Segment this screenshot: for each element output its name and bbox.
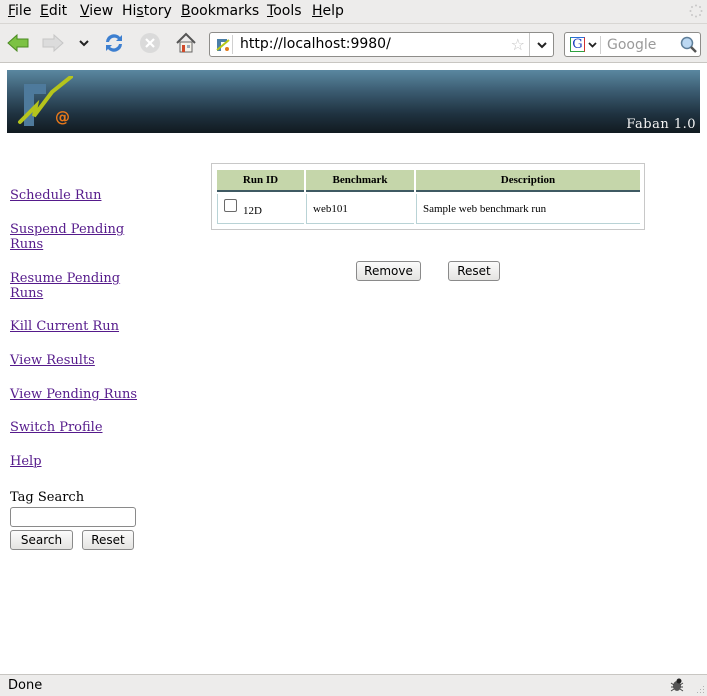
sidebar-link-resume-pending-runs[interactable]: Resume Pending Runs bbox=[10, 271, 120, 301]
forward-button[interactable] bbox=[40, 30, 66, 56]
pending-runs-table: Run ID Benchmark Description 12D web101 … bbox=[211, 163, 645, 230]
sidebar-link-schedule-run[interactable]: Schedule Run bbox=[10, 188, 101, 203]
link-line[interactable]: Suspend Pending bbox=[10, 222, 124, 237]
table-cell-run-id: 12D bbox=[217, 194, 304, 224]
back-button[interactable] bbox=[5, 30, 31, 56]
menu-file[interactable]: File bbox=[8, 3, 31, 19]
app-header-banner: @ Faban 1.0 bbox=[7, 70, 700, 133]
chevron-down-icon bbox=[79, 40, 89, 47]
run-id: 12D bbox=[243, 204, 262, 217]
stop-icon bbox=[140, 33, 160, 53]
chevron-down-icon bbox=[588, 42, 597, 48]
tag-search-label: Tag Search bbox=[10, 490, 85, 505]
sidebar-link-kill-current-run[interactable]: Kill Current Run bbox=[10, 319, 119, 334]
site-favicon bbox=[213, 35, 233, 54]
bookmark-star-icon[interactable]: ☆ bbox=[511, 35, 525, 54]
column-header-benchmark: Benchmark bbox=[306, 170, 414, 192]
link-line[interactable]: Resume Pending bbox=[10, 271, 120, 286]
reload-icon bbox=[106, 34, 122, 52]
run-select-checkbox[interactable] bbox=[224, 199, 237, 212]
table-cell-description: Sample web benchmark run bbox=[416, 194, 640, 224]
link-line[interactable]: Runs bbox=[10, 286, 43, 301]
firebug-icon[interactable] bbox=[669, 677, 685, 693]
column-header-run-id: Run ID bbox=[217, 170, 304, 192]
search-placeholder[interactable]: Google bbox=[607, 37, 656, 53]
url-text[interactable]: http://localhost:9980/ bbox=[240, 36, 391, 52]
menu-help[interactable]: Help bbox=[312, 3, 344, 19]
status-text: Done bbox=[8, 678, 43, 693]
sidebar-link-switch-profile[interactable]: Switch Profile bbox=[10, 420, 103, 435]
link-line[interactable]: Runs bbox=[10, 237, 43, 252]
faban-logo: @ bbox=[18, 76, 73, 126]
sidebar-link-view-pending-runs[interactable]: View Pending Runs bbox=[10, 387, 137, 402]
navigation-toolbar: http://localhost:9980/ ☆ G Google bbox=[0, 23, 707, 63]
forward-arrow-icon bbox=[42, 33, 64, 53]
reset-button[interactable]: Reset bbox=[448, 261, 500, 281]
sidebar-link-suspend-pending-runs[interactable]: Suspend Pending Runs bbox=[10, 222, 124, 252]
reload-button[interactable] bbox=[101, 30, 127, 56]
tag-search-input[interactable] bbox=[10, 507, 136, 527]
menu-tools[interactable]: Tools bbox=[267, 3, 302, 19]
stop-button[interactable] bbox=[137, 30, 163, 56]
svg-text:@: @ bbox=[55, 108, 70, 126]
status-bar: Done bbox=[0, 674, 707, 696]
remove-button[interactable]: Remove bbox=[356, 261, 421, 281]
tag-search-button[interactable]: Search bbox=[10, 530, 73, 550]
sidebar-link-view-results[interactable]: View Results bbox=[10, 353, 95, 368]
resize-grip-icon[interactable] bbox=[695, 684, 705, 694]
throbber-icon bbox=[689, 4, 703, 18]
search-icon[interactable] bbox=[680, 36, 697, 53]
chevron-down-icon bbox=[536, 41, 547, 48]
menu-bar: File Edit View History Bookmarks Tools H… bbox=[0, 0, 707, 23]
app-version: Faban 1.0 bbox=[626, 117, 696, 132]
table-cell-benchmark: web101 bbox=[306, 194, 414, 224]
search-bar[interactable]: G Google bbox=[564, 32, 701, 57]
menu-history[interactable]: History bbox=[122, 3, 172, 19]
back-arrow-icon bbox=[7, 33, 29, 53]
google-icon: G bbox=[570, 37, 585, 52]
sidebar-link-help[interactable]: Help bbox=[10, 454, 42, 469]
url-bar[interactable]: http://localhost:9980/ ☆ bbox=[209, 32, 554, 57]
tag-reset-button[interactable]: Reset bbox=[82, 530, 134, 550]
menu-edit[interactable]: Edit bbox=[40, 3, 67, 19]
url-dropdown-button[interactable] bbox=[529, 33, 553, 56]
menu-bookmarks[interactable]: Bookmarks bbox=[181, 3, 259, 19]
home-icon bbox=[176, 32, 196, 53]
history-dropdown-button[interactable] bbox=[73, 30, 95, 56]
menu-view[interactable]: View bbox=[80, 3, 113, 19]
column-header-description: Description bbox=[416, 170, 640, 192]
home-button[interactable] bbox=[173, 30, 199, 56]
search-engine-selector[interactable]: G bbox=[568, 36, 601, 54]
